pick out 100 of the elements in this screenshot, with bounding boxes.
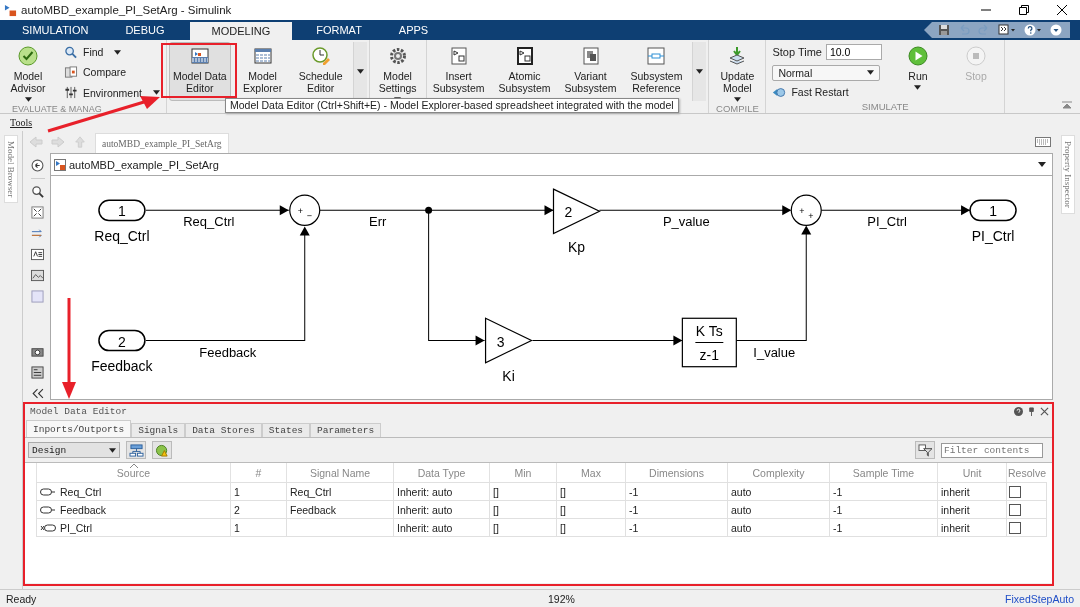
resolve-checkbox[interactable] bbox=[1009, 503, 1021, 516]
signal-label: Err bbox=[369, 214, 387, 230]
more-button[interactable] bbox=[352, 42, 367, 101]
table-cell: -1 bbox=[625, 518, 727, 537]
ribbon-tab[interactable]: APPS bbox=[380, 20, 447, 40]
close-icon[interactable] bbox=[1040, 407, 1049, 416]
signal-line[interactable] bbox=[598, 205, 792, 216]
side-tab[interactable]: Model Browser bbox=[4, 135, 18, 204]
tools-label[interactable]: Tools bbox=[10, 117, 33, 128]
toolstrip-button[interactable]: Model Advisor bbox=[2, 42, 54, 103]
gain-block[interactable] bbox=[552, 188, 601, 235]
table-cell: [] bbox=[489, 518, 556, 537]
sum-block[interactable] bbox=[790, 194, 822, 227]
fast-restart-icon bbox=[772, 85, 787, 99]
annotation-icon[interactable] bbox=[31, 248, 44, 261]
view-dropdown[interactable]: Design bbox=[28, 442, 120, 458]
collapse-left-icon[interactable] bbox=[31, 387, 44, 400]
signal-line[interactable] bbox=[735, 225, 812, 341]
sum-sign: + bbox=[799, 206, 805, 217]
toolstrip-button[interactable]: Environment bbox=[64, 86, 160, 100]
column-header[interactable]: Min bbox=[514, 466, 532, 479]
toolstrip-button[interactable]: Subsystem Reference bbox=[626, 42, 687, 101]
collapse-toolstrip-icon[interactable] bbox=[1062, 101, 1072, 109]
filter-button[interactable] bbox=[915, 441, 935, 459]
hide-show-icon[interactable] bbox=[31, 159, 44, 172]
save-icon[interactable] bbox=[938, 24, 950, 36]
stop-time-field[interactable]: 10.0 bbox=[825, 44, 882, 61]
editor-tab[interactable]: Signals bbox=[131, 423, 186, 437]
editor-tab[interactable]: Parameters bbox=[310, 423, 382, 437]
column-header[interactable]: # bbox=[255, 466, 262, 479]
subsystem-icon bbox=[514, 46, 535, 66]
help-icon[interactable] bbox=[1014, 407, 1023, 416]
resolve-checkbox[interactable] bbox=[1009, 485, 1021, 498]
ribbon-tab[interactable]: DEBUG bbox=[107, 20, 183, 40]
collapse-icon[interactable] bbox=[1050, 24, 1062, 36]
caret-icon[interactable] bbox=[1038, 162, 1046, 167]
side-tab[interactable]: Property Inspector bbox=[1060, 135, 1075, 214]
column-header[interactable]: Max bbox=[581, 466, 601, 479]
report-icon[interactable] bbox=[31, 366, 44, 379]
toolstrip-button[interactable]: Run bbox=[891, 42, 944, 101]
inport-block[interactable] bbox=[98, 199, 146, 222]
signal-line[interactable] bbox=[532, 335, 683, 346]
signal-line[interactable] bbox=[145, 205, 290, 216]
toolstrip-button[interactable]: Compare bbox=[64, 66, 160, 79]
outport-block[interactable] bbox=[969, 199, 1017, 222]
signal-line[interactable] bbox=[820, 205, 971, 216]
ribbon-tab[interactable]: FORMAT bbox=[298, 20, 380, 40]
toolstrip-button[interactable]: Find bbox=[64, 45, 160, 59]
column-header[interactable]: Data Type bbox=[417, 466, 466, 479]
simulation-mode-dropdown[interactable]: Normal bbox=[772, 65, 881, 81]
stop-time-label: Stop Time bbox=[772, 46, 822, 59]
ribbon-tab[interactable]: MODELING bbox=[189, 22, 293, 40]
inport-block[interactable] bbox=[98, 329, 146, 352]
model-tab[interactable]: autoMBD_example_PI_SetArg bbox=[95, 133, 229, 153]
signal-arrows-icon[interactable] bbox=[31, 227, 44, 240]
model-canvas[interactable]: Req_Ctrl Feedback Err P_value I_value PI_Ctrl 1 Req_Ctrl 2 Feedback + − 2 Kp 3 Ki K Ts z-1 + + 1 PI_Ctrl bbox=[51, 176, 1052, 399]
ribbon-tab[interactable]: SIMULATION bbox=[4, 20, 107, 40]
column-header[interactable]: Unit bbox=[962, 466, 982, 479]
editor-tab[interactable]: States bbox=[261, 423, 311, 437]
fit-view-icon[interactable] bbox=[31, 206, 44, 219]
variant-icon bbox=[580, 46, 601, 66]
toolstrip-button[interactable]: Schedule Editor bbox=[294, 42, 347, 101]
gain-block[interactable] bbox=[484, 317, 533, 364]
editor-tab[interactable]: Inports/Outports bbox=[26, 420, 132, 437]
panel-title: Model Data Editor bbox=[30, 406, 127, 417]
camera-icon[interactable] bbox=[31, 345, 44, 358]
toolstrip-button[interactable]: Insert Subsystem bbox=[428, 42, 489, 101]
numerator: K Ts bbox=[695, 323, 723, 340]
solver-link[interactable]: FixedStepAuto bbox=[1005, 592, 1074, 605]
toolstrip-button[interactable]: Update Model bbox=[711, 42, 764, 103]
column-header[interactable]: Source bbox=[116, 466, 151, 479]
hierarchy-button[interactable] bbox=[126, 441, 146, 459]
toolstrip-button[interactable]: Model Data Editor bbox=[168, 42, 231, 101]
toolstrip-button[interactable]: Fast Restart bbox=[772, 85, 882, 99]
sum-block[interactable] bbox=[289, 194, 321, 227]
sum-sign: + bbox=[297, 206, 303, 217]
restore-icon[interactable] bbox=[1019, 5, 1029, 15]
shortcut-icon[interactable] bbox=[998, 24, 1016, 36]
zoom-icon[interactable] bbox=[31, 185, 44, 198]
image-icon[interactable] bbox=[31, 269, 44, 282]
signal-label: PI_Ctrl bbox=[867, 214, 907, 230]
inport-icon bbox=[40, 505, 56, 514]
close-icon[interactable] bbox=[1057, 5, 1067, 15]
more-button[interactable] bbox=[692, 42, 707, 101]
address-bar[interactable]: autoMBD_example_PI_SetArg bbox=[51, 154, 1052, 176]
simulink-icon bbox=[4, 3, 17, 17]
help-icon[interactable] bbox=[1024, 24, 1042, 36]
integrator-block[interactable] bbox=[681, 317, 737, 368]
resolve-checkbox[interactable] bbox=[1009, 521, 1021, 534]
column-header[interactable]: Sample Time bbox=[852, 466, 915, 479]
column-header[interactable]: Dimensions bbox=[649, 466, 704, 479]
signal-line[interactable] bbox=[319, 205, 554, 346]
keyboard-icon[interactable] bbox=[1035, 137, 1051, 147]
filter-field[interactable]: Filter contents bbox=[941, 442, 1043, 458]
column-header[interactable]: Signal Name bbox=[309, 466, 371, 479]
refresh-button[interactable] bbox=[152, 441, 172, 459]
pin-icon[interactable] bbox=[1027, 407, 1036, 416]
column-header[interactable]: Resolve bbox=[1008, 466, 1046, 479]
column-header[interactable]: Complexity bbox=[752, 466, 805, 479]
editor-tab[interactable]: Data Stores bbox=[185, 423, 262, 437]
